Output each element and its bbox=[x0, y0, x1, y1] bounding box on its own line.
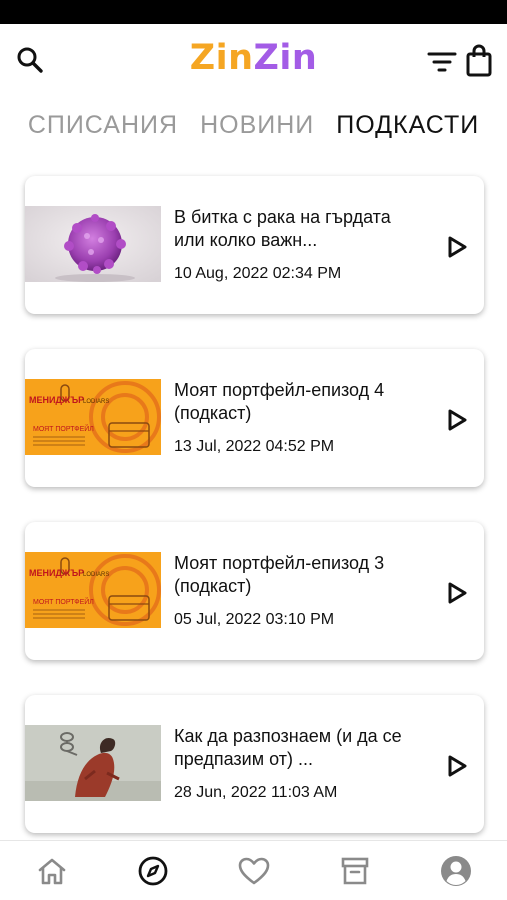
studio-lettering: LODIARS bbox=[83, 399, 109, 405]
podcast-card[interactable]: В битка с рака на гърдата или колко важн… bbox=[25, 176, 484, 314]
show-lettering: МОЯТ ПОРТФЕЙЛ bbox=[33, 597, 94, 606]
podcast-thumbnail: МЕНИДЖЪР LODIARS МОЯТ ПОРТФЕЙЛ bbox=[25, 552, 161, 628]
archive-box-icon bbox=[341, 857, 369, 885]
cancer-cell-image bbox=[25, 206, 161, 282]
filter-button[interactable] bbox=[424, 44, 460, 80]
shopping-bag-icon bbox=[466, 44, 492, 77]
podcast-date: 13 Jul, 2022 04:52 PM bbox=[174, 438, 335, 455]
bottom-navigation bbox=[0, 840, 507, 900]
podcast-thumbnail bbox=[25, 206, 161, 282]
nav-profile[interactable] bbox=[438, 853, 474, 889]
nav-explore[interactable] bbox=[135, 853, 171, 889]
podcast-date: 05 Jul, 2022 03:10 PM bbox=[174, 611, 335, 628]
podcast-date: 10 Aug, 2022 02:34 PM bbox=[174, 265, 342, 282]
play-icon[interactable] bbox=[443, 233, 471, 261]
play-icon[interactable] bbox=[443, 752, 471, 780]
portfolio-podcast-cover: МЕНИДЖЪР LODIARS МОЯТ ПОРТФЕЙЛ bbox=[25, 379, 161, 455]
podcast-title: В битка с рака на гърдата или колко важн… bbox=[174, 207, 391, 250]
podcast-title: Моят портфейл-епизод 4 (подкаст) bbox=[174, 380, 385, 423]
home-icon bbox=[38, 858, 66, 885]
tab-news[interactable]: НОВИНИ bbox=[200, 106, 314, 146]
nav-favorites[interactable] bbox=[236, 853, 272, 889]
podcast-date: 28 Jun, 2022 11:03 AM bbox=[174, 784, 338, 801]
compass-icon bbox=[138, 856, 168, 886]
play-icon[interactable] bbox=[443, 579, 471, 607]
nav-home[interactable] bbox=[34, 853, 70, 889]
user-avatar-icon bbox=[441, 856, 471, 886]
shopping-bag-button[interactable] bbox=[461, 42, 497, 80]
podcast-card[interactable]: МЕНИДЖЪР LODIARS МОЯТ ПОРТФЕЙЛ Моят порт… bbox=[25, 349, 484, 487]
podcast-card[interactable]: Как да разпознаем (и да се предпазим от)… bbox=[25, 695, 484, 833]
app-header: ZinZin bbox=[0, 24, 507, 100]
tab-podcasts[interactable]: ПОДКАСТИ bbox=[336, 106, 479, 146]
podcast-title: Как да разпознаем (и да се предпазим от)… bbox=[174, 726, 402, 769]
category-tabs: СПИСАНИЯ НОВИНИ ПОДКАСТИ bbox=[0, 106, 507, 146]
podcast-title: Моят портфейл-епизод 3 (подкаст) bbox=[174, 553, 385, 596]
show-lettering: МОЯТ ПОРТФЕЙЛ bbox=[33, 424, 94, 433]
logo-part-2: Zin bbox=[253, 38, 318, 78]
podcast-thumbnail bbox=[25, 725, 161, 801]
logo-part-1: Zin bbox=[189, 38, 254, 78]
play-icon[interactable] bbox=[443, 406, 471, 434]
heart-icon bbox=[238, 857, 270, 885]
tab-magazines[interactable]: СПИСАНИЯ bbox=[28, 106, 178, 146]
wind-up-figure-image bbox=[25, 725, 161, 801]
portfolio-podcast-cover: МЕНИДЖЪР LODIARS МОЯТ ПОРТФЕЙЛ bbox=[25, 552, 161, 628]
filter-icon bbox=[427, 52, 457, 72]
studio-lettering: LODIARS bbox=[83, 572, 109, 578]
brand-lettering: МЕНИДЖЪР bbox=[29, 568, 84, 578]
nav-archive[interactable] bbox=[337, 853, 373, 889]
brand-lettering: МЕНИДЖЪР bbox=[29, 395, 84, 405]
podcast-thumbnail: МЕНИДЖЪР LODIARS МОЯТ ПОРТФЕЙЛ bbox=[25, 379, 161, 455]
status-bar bbox=[0, 0, 507, 24]
podcast-card[interactable]: МЕНИДЖЪР LODIARS МОЯТ ПОРТФЕЙЛ Моят порт… bbox=[25, 522, 484, 660]
